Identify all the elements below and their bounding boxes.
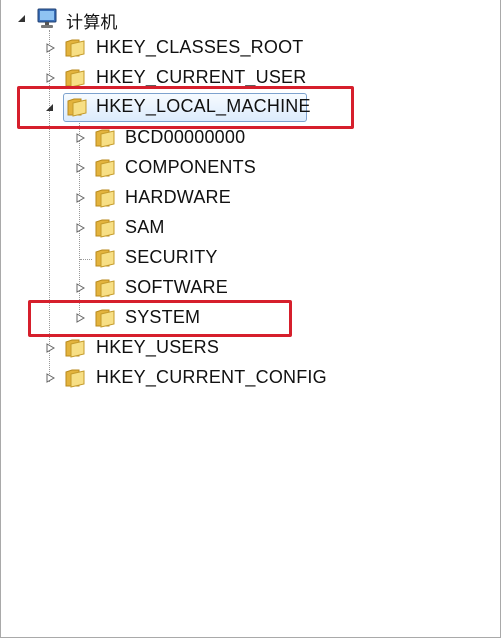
expand-arrow-icon[interactable]	[74, 192, 86, 204]
registry-tree: 计算机 HKEY_CLASSES_ROOT HKEY_CURRENT_USER …	[0, 0, 501, 639]
tree-node-software[interactable]: SOFTWARE	[0, 274, 300, 302]
tree-node-security[interactable]: SECURITY	[0, 244, 300, 272]
folder-icon	[94, 128, 116, 148]
tree-node-label: BCD00000000	[125, 127, 246, 147]
folder-icon	[94, 248, 116, 268]
expand-arrow-icon[interactable]	[44, 372, 56, 384]
expand-arrow-icon[interactable]	[44, 42, 56, 54]
folder-icon	[94, 218, 116, 238]
expand-arrow-icon[interactable]	[74, 162, 86, 174]
tree-node-hardware[interactable]: HARDWARE	[0, 184, 300, 212]
tree-node-label: HKEY_CLASSES_ROOT	[96, 37, 304, 57]
tree-node-label: COMPONENTS	[125, 157, 257, 177]
tree-node-label: SAM	[125, 217, 165, 237]
folder-icon	[64, 38, 86, 58]
expand-arrow-icon[interactable]	[74, 222, 86, 234]
tree-node-components[interactable]: COMPONENTS	[0, 154, 300, 182]
expand-arrow-icon[interactable]	[44, 72, 56, 84]
tree-node-hkey-classes-root[interactable]: HKEY_CLASSES_ROOT	[0, 34, 330, 62]
folder-icon	[94, 188, 116, 208]
expand-arrow-icon[interactable]	[74, 132, 86, 144]
collapse-arrow-icon[interactable]	[15, 12, 27, 24]
tree-node-hkey-users[interactable]: HKEY_USERS	[0, 334, 330, 362]
tree-node-label: HKEY_USERS	[96, 337, 220, 357]
folder-icon	[94, 278, 116, 298]
expand-arrow-icon[interactable]	[74, 282, 86, 294]
tree-node-label: SOFTWARE	[125, 277, 228, 297]
highlight-box-hkey-local-machine	[17, 86, 354, 129]
folder-icon	[64, 338, 86, 358]
tree-node-label: HARDWARE	[125, 187, 231, 207]
tree-node-sam[interactable]: SAM	[0, 214, 300, 242]
expand-arrow-icon[interactable]	[44, 342, 56, 354]
folder-icon	[94, 158, 116, 178]
folder-icon	[64, 368, 86, 388]
folder-icon	[64, 68, 86, 88]
tree-node-label: HKEY_CURRENT_CONFIG	[96, 367, 327, 387]
highlight-box-system	[28, 300, 292, 337]
computer-icon	[35, 8, 59, 30]
tree-node-hkey-current-config[interactable]: HKEY_CURRENT_CONFIG	[0, 364, 330, 392]
tree-node-label: HKEY_CURRENT_USER	[96, 67, 307, 87]
tree-node-computer[interactable]: 计算机	[0, 4, 200, 33]
tree-node-label: 计算机	[66, 13, 118, 33]
tree-node-label: SECURITY	[125, 247, 218, 267]
